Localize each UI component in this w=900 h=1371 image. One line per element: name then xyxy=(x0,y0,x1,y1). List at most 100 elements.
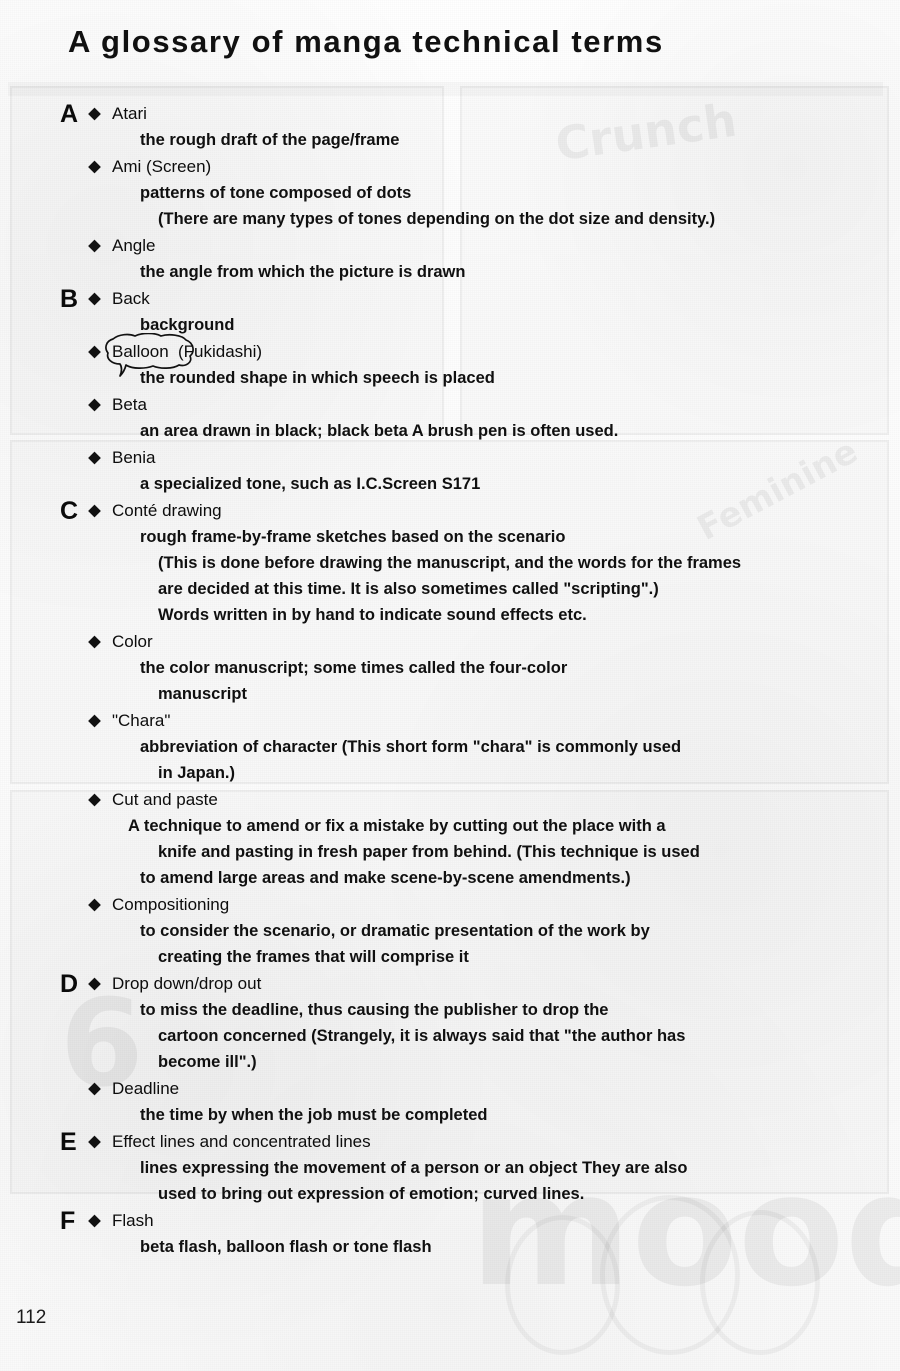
glossary-group-d: D Drop down/drop out to miss the deadline,… xyxy=(0,970,900,1128)
glossary-term-suffix: (Fukidashi) xyxy=(178,341,263,361)
glossary-definition-line: in Japan.) xyxy=(158,763,236,782)
glossary-term: Beta xyxy=(112,394,147,414)
glossary-entry: Drop down/drop out to miss the deadline, … xyxy=(0,970,900,1075)
glossary-definition-line: become ill".) xyxy=(158,1052,257,1071)
glossary-definition-line: cartoon concerned (Strangely, it is alwa… xyxy=(158,1026,686,1045)
term-line: Drop down/drop out xyxy=(0,970,900,997)
glossary-entry: Compositioning to consider the scenario, … xyxy=(0,891,900,970)
glossary-entry: Flash beta flash, balloon flash or tone f… xyxy=(0,1207,900,1260)
term-line: Ami (Screen) xyxy=(0,153,900,180)
glossary-entry: Angle the angle from which the picture is… xyxy=(0,232,900,285)
glossary-definition-line: (There are many types of tones depending… xyxy=(158,209,716,228)
glossary-definition-line: the rough draft of the page/frame xyxy=(140,130,400,149)
glossary-definition-line: Words written in by hand to indicate sou… xyxy=(158,605,587,624)
page-title: A glossary of manga technical terms xyxy=(68,24,664,59)
term-line: Compositioning xyxy=(0,891,900,918)
glossary-group-c: C Conté drawing rough frame-by-frame sketc… xyxy=(0,497,900,970)
glossary-list: A Atari the rough draft of the page/frame A… xyxy=(0,100,900,1260)
diamond-bullet-icon xyxy=(88,451,101,464)
glossary-entry: Ami (Screen) patterns of tone composed of… xyxy=(0,153,900,232)
glossary-definition-line: manuscript xyxy=(158,684,247,703)
glossary-term: Back xyxy=(112,288,150,308)
diamond-bullet-icon xyxy=(88,160,101,173)
glossary-definition-line: are decided at this time. It is also som… xyxy=(158,579,659,598)
term-line: "Chara" xyxy=(0,707,900,734)
diamond-bullet-icon xyxy=(88,1135,101,1148)
glossary-definition-line: creating the frames that will comprise i… xyxy=(158,947,469,966)
diamond-bullet-icon xyxy=(88,898,101,911)
glossary-term: Flash xyxy=(112,1210,154,1230)
glossary-term: Ami (Screen) xyxy=(112,156,212,176)
glossary-term: Conté drawing xyxy=(112,500,222,520)
term-line: Benia xyxy=(0,444,900,471)
glossary-entry: Balloon (Fukidashi) the rounded shape in w… xyxy=(0,332,900,391)
diamond-bullet-icon xyxy=(88,107,101,120)
glossary-definition-line: (This is done before drawing the manuscr… xyxy=(158,553,742,572)
glossary-definition-line: lines expressing the movement of a perso… xyxy=(140,1158,688,1177)
glossary-definition-line: used to bring out expression of emotion;… xyxy=(158,1184,585,1203)
glossary-definition-line: the time by when the job must be complet… xyxy=(140,1105,488,1124)
glossary-term: Effect lines and concentrated lines xyxy=(112,1131,371,1151)
glossary-definition-line: abbreviation of character (This short fo… xyxy=(140,737,682,756)
glossary-entry: "Chara" abbreviation of character (This s… xyxy=(0,707,900,786)
glossary-term: Color xyxy=(112,631,153,651)
glossary-group-b: B Back background Balloon (Fukidashi) the rou… xyxy=(0,285,900,497)
term-line: Conté drawing xyxy=(0,497,900,524)
term-line: Deadline xyxy=(0,1075,900,1102)
term-line: Cut and paste xyxy=(0,786,900,813)
glossary-term: Balloon xyxy=(112,341,169,361)
diamond-bullet-icon xyxy=(88,793,101,806)
glossary-entry: Cut and paste A technique to amend or fix… xyxy=(0,786,900,891)
glossary-definition-line: background xyxy=(140,315,235,334)
glossary-definition-line: rough frame-by-frame sketches based on t… xyxy=(140,527,566,546)
glossary-entry: Effect lines and concentrated lines lines… xyxy=(0,1128,900,1207)
glossary-definition-line: the color manuscript; some times called … xyxy=(140,658,568,677)
glossary-definition-line: to amend large areas and make scene-by-s… xyxy=(140,868,631,887)
scanned-page: Crunch Feminine mood 6 A glossary of man… xyxy=(0,0,900,1371)
diamond-bullet-icon xyxy=(88,1214,101,1227)
term-line: Effect lines and concentrated lines xyxy=(0,1128,900,1155)
glossary-definition-line: to miss the deadline, thus causing the p… xyxy=(140,1000,609,1019)
glossary-entry: Atari the rough draft of the page/frame xyxy=(0,100,900,153)
glossary-term: Compositioning xyxy=(112,894,230,914)
term-line: Back xyxy=(0,285,900,312)
glossary-entry: Benia a specialized tone, such as I.C.Scr… xyxy=(0,444,900,497)
term-line: Flash xyxy=(0,1207,900,1234)
glossary-term: Deadline xyxy=(112,1078,180,1098)
page-content: A glossary of manga technical terms A Ata… xyxy=(0,0,900,1371)
circled-term-wrapper: Balloon xyxy=(105,332,194,377)
glossary-definition-line: a specialized tone, such as I.C.Screen S… xyxy=(140,474,481,493)
glossary-term: Cut and paste xyxy=(112,789,218,809)
glossary-term: Benia xyxy=(112,447,156,467)
diamond-bullet-icon xyxy=(88,292,101,305)
diamond-bullet-icon xyxy=(88,714,101,727)
glossary-definition-line: patterns of tone composed of dots xyxy=(140,183,412,202)
glossary-definition-line: an area drawn in black; black beta A bru… xyxy=(140,421,619,440)
glossary-term: Atari xyxy=(112,103,147,123)
glossary-definition-line: the rounded shape in which speech is pla… xyxy=(140,368,495,387)
term-line: Atari xyxy=(0,100,900,127)
term-line: Balloon (Fukidashi) xyxy=(0,332,900,377)
diamond-bullet-icon xyxy=(88,398,101,411)
glossary-entry: Color the color manuscript; some times ca… xyxy=(0,628,900,707)
glossary-entry: Deadline the time by when the job must be… xyxy=(0,1075,900,1128)
glossary-term: "Chara" xyxy=(112,710,171,730)
diamond-bullet-icon xyxy=(88,345,101,358)
diamond-bullet-icon xyxy=(88,1082,101,1095)
glossary-group-f: F Flash beta flash, balloon flash or tone … xyxy=(0,1207,900,1260)
glossary-definition-line: to consider the scenario, or dramatic pr… xyxy=(140,921,650,940)
glossary-entry: Beta an area drawn in black; black beta A… xyxy=(0,391,900,444)
glossary-term: Drop down/drop out xyxy=(112,973,262,993)
diamond-bullet-icon xyxy=(88,977,101,990)
diamond-bullet-icon xyxy=(88,635,101,648)
glossary-group-e: E Effect lines and concentrated lines line… xyxy=(0,1128,900,1207)
term-line: Beta xyxy=(0,391,900,418)
term-line: Angle xyxy=(0,232,900,259)
glossary-definition-line: knife and pasting in fresh paper from be… xyxy=(158,842,700,861)
glossary-definition-line: beta flash, balloon flash or tone flash xyxy=(140,1237,432,1256)
page-number: 112 xyxy=(16,1307,47,1328)
term-line: Color xyxy=(0,628,900,655)
diamond-bullet-icon xyxy=(88,504,101,517)
glossary-entry: Conté drawing rough frame-by-frame sketch… xyxy=(0,497,900,628)
glossary-entry: Back background xyxy=(0,285,900,338)
